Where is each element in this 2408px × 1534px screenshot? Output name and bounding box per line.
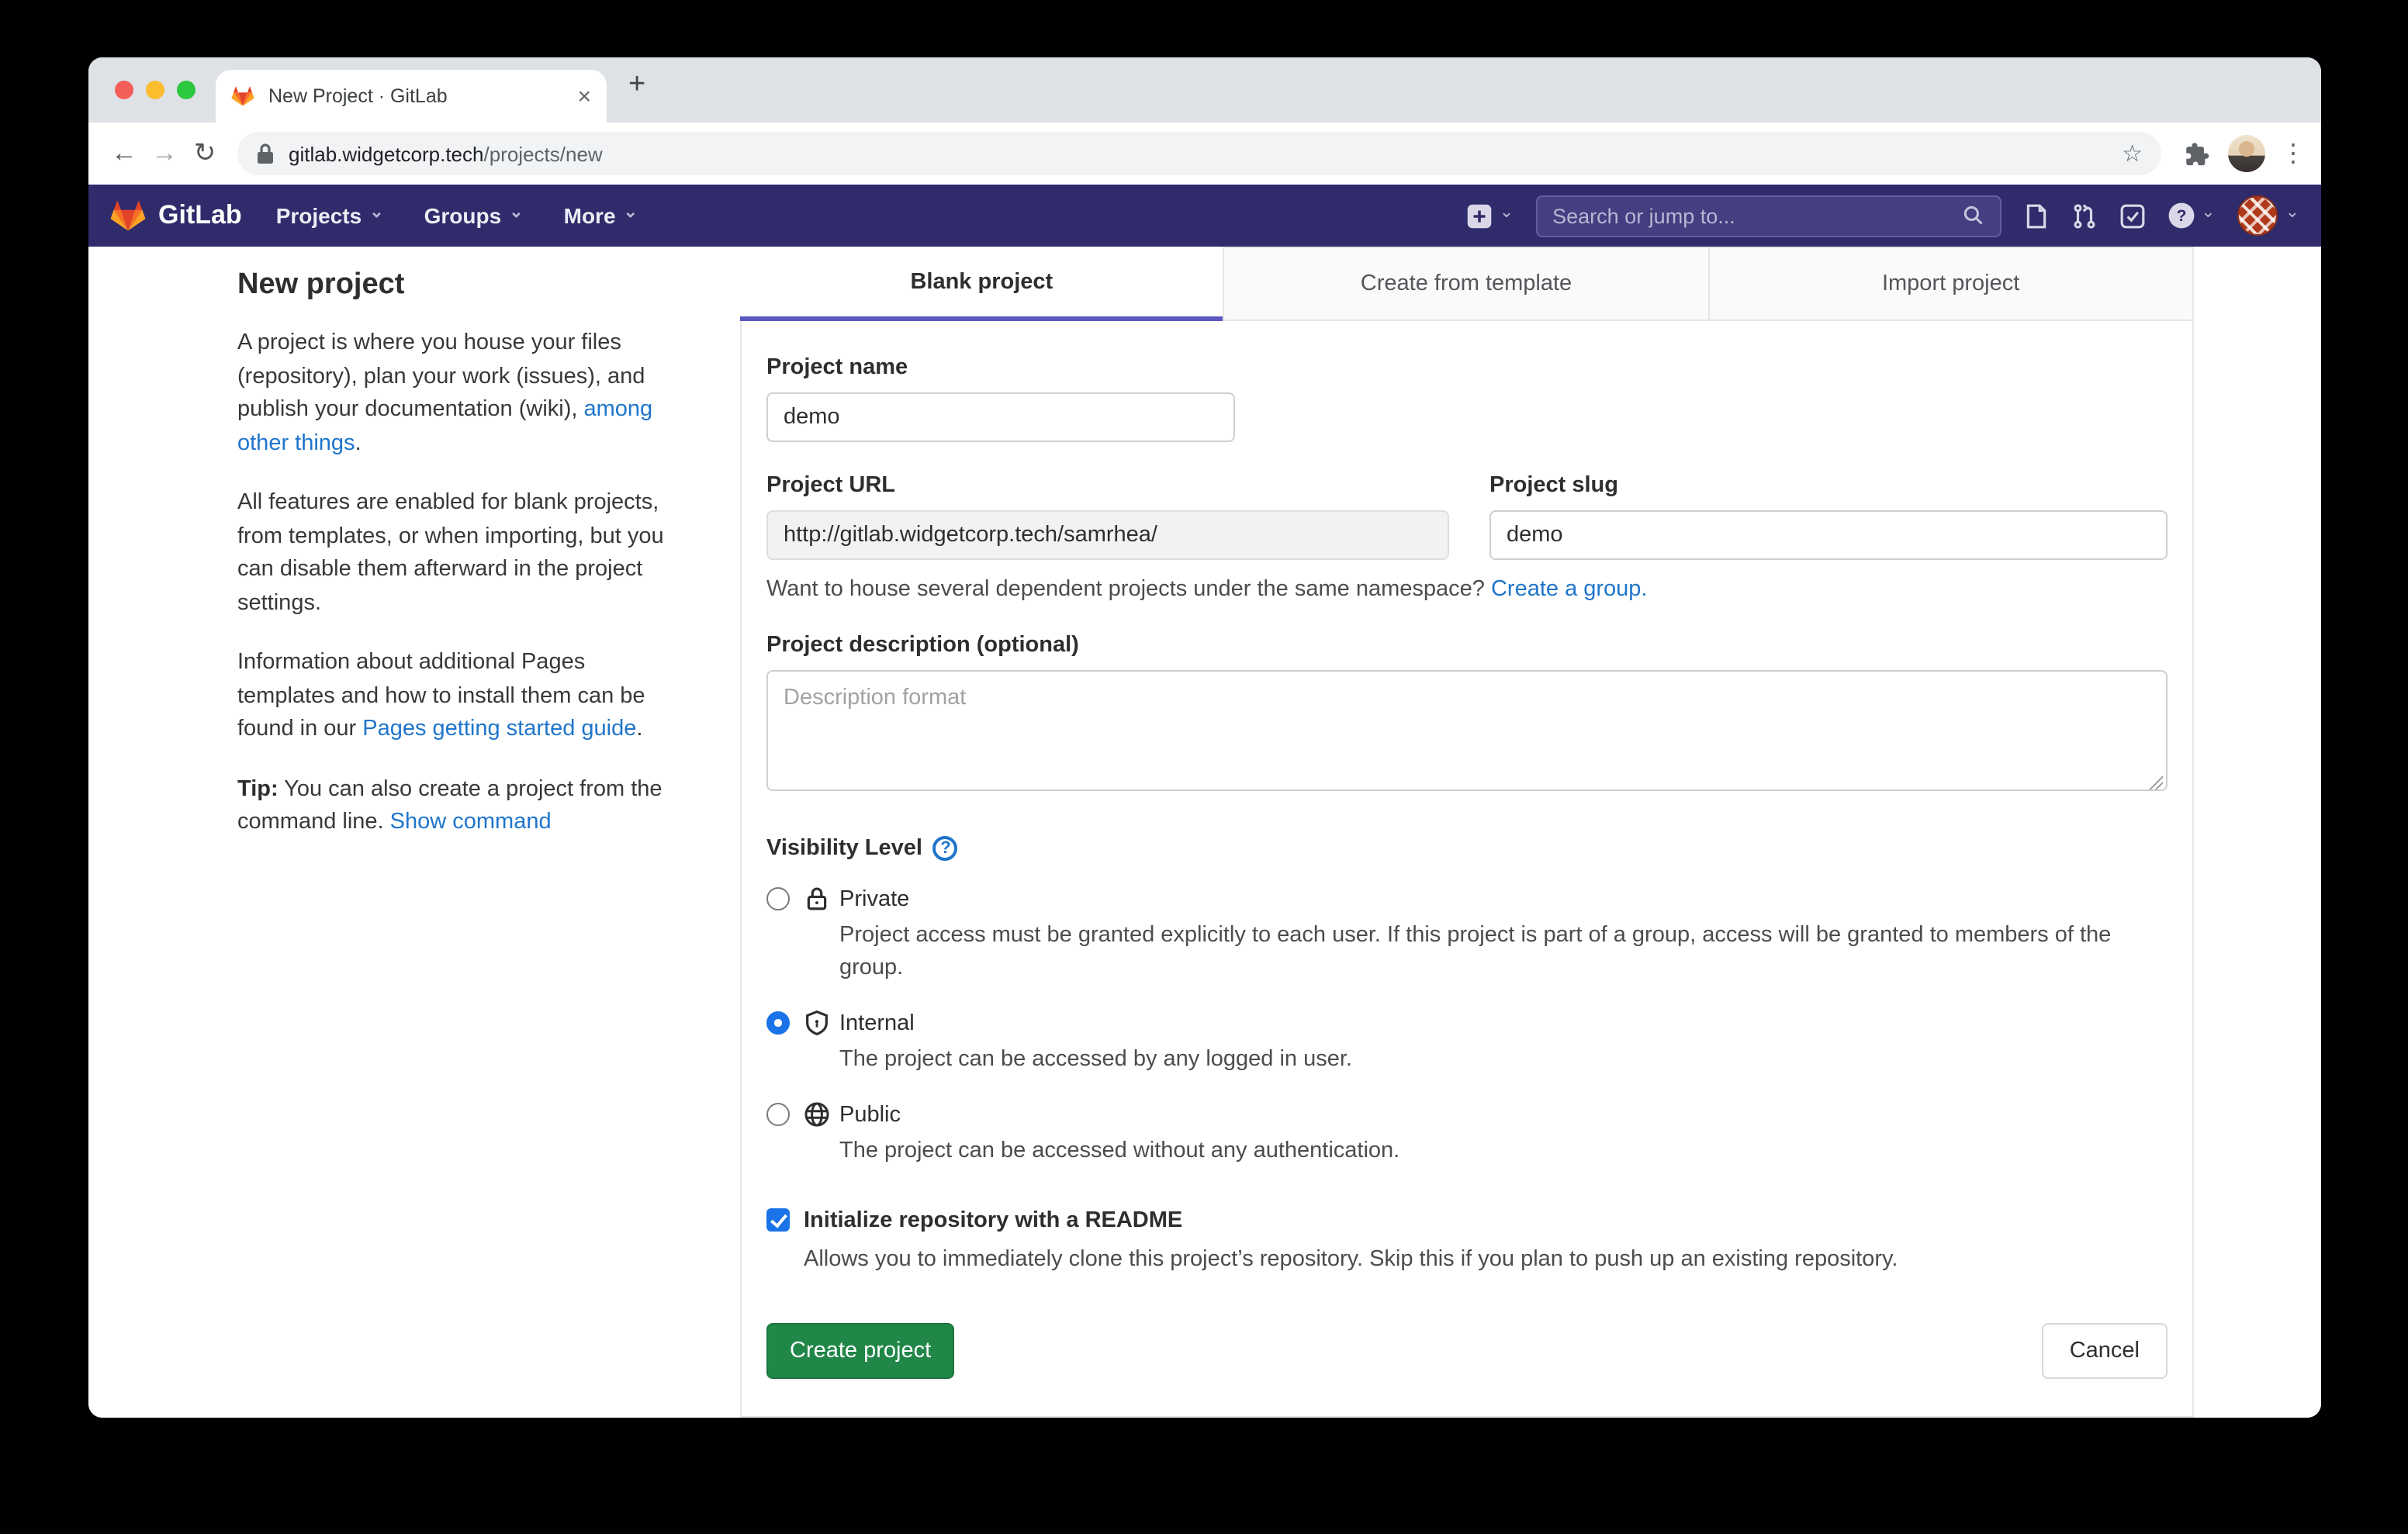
show-command-link[interactable]: Show command bbox=[390, 810, 552, 834]
browser-toolbar: ← → ↻ gitlab.widgetcorp.tech/projects/ne… bbox=[88, 123, 2321, 185]
svg-text:?: ? bbox=[2176, 207, 2186, 225]
page-content: New project A project is where you house… bbox=[88, 247, 2321, 1418]
extensions-puzzle-icon[interactable] bbox=[2183, 140, 2209, 167]
https-lock-icon bbox=[256, 143, 275, 164]
visibility-level-row: Visibility Level ? bbox=[766, 836, 2168, 861]
browser-tab[interactable]: New Project · GitLab × bbox=[216, 70, 607, 123]
visibility-option-private[interactable]: Private Project access must be granted e… bbox=[766, 884, 2168, 985]
gitlab-main-menu: Projects⌄ Groups⌄ More⌄ bbox=[276, 203, 638, 228]
browser-window: New Project · GitLab × + ← → ↻ gitlab.wi… bbox=[88, 57, 2321, 1418]
todos-icon[interactable] bbox=[2119, 202, 2145, 229]
nav-projects[interactable]: Projects⌄ bbox=[276, 203, 384, 228]
browser-menu-icon[interactable]: ⋮ bbox=[2281, 138, 2306, 169]
gitlab-navbar: GitLab Projects⌄ Groups⌄ More⌄ ⌄ Search … bbox=[88, 185, 2321, 247]
url-slug-row: Project URL Project slug bbox=[766, 442, 2168, 560]
create-group-link[interactable]: Create a group. bbox=[1491, 577, 1648, 602]
screenshot-stage: New Project · GitLab × + ← → ↻ gitlab.wi… bbox=[0, 0, 2408, 1534]
radio-internal[interactable] bbox=[766, 1011, 790, 1035]
tab-blank-project[interactable]: Blank project bbox=[740, 247, 1223, 321]
address-bar[interactable]: gitlab.widgetcorp.tech/projects/new ☆ bbox=[237, 132, 2161, 175]
page-title: New project bbox=[237, 268, 678, 302]
back-icon[interactable]: ← bbox=[104, 138, 144, 169]
user-menu-button[interactable]: ⌄ bbox=[2237, 195, 2299, 236]
tab-import-project[interactable]: Import project bbox=[1707, 247, 2194, 321]
merge-requests-icon[interactable] bbox=[2071, 202, 2097, 229]
sidebar-paragraph-1: A project is where you house your files … bbox=[237, 327, 678, 461]
project-url-label: Project URL bbox=[766, 473, 1449, 498]
new-tab-button[interactable]: + bbox=[628, 68, 645, 102]
visibility-level-label: Visibility Level bbox=[766, 836, 922, 861]
tab-close-icon[interactable]: × bbox=[577, 85, 591, 108]
globe-icon bbox=[804, 1101, 830, 1128]
public-option-name: Public bbox=[839, 1100, 2168, 1131]
project-slug-label: Project slug bbox=[1489, 473, 2168, 498]
reload-icon[interactable]: ↻ bbox=[185, 138, 225, 169]
sidebar-paragraph-3: Information about additional Pages templ… bbox=[237, 647, 678, 747]
namespace-hint: Want to house several dependent projects… bbox=[766, 577, 2168, 602]
minimize-window-button[interactable] bbox=[146, 81, 164, 99]
url-text: gitlab.widgetcorp.tech/projects/new bbox=[289, 142, 603, 165]
readme-option[interactable]: Initialize repository with a README bbox=[766, 1205, 2168, 1236]
public-option-description: The project can be accessed without any … bbox=[839, 1135, 2168, 1168]
readme-description: Allows you to immediately clone this pro… bbox=[804, 1244, 2168, 1277]
user-avatar bbox=[2237, 195, 2278, 236]
project-name-input[interactable] bbox=[766, 392, 1235, 442]
project-slug-input[interactable] bbox=[1489, 510, 2168, 560]
gitlab-logo-icon[interactable] bbox=[110, 199, 146, 233]
sidebar-tip: Tip: You can also create a project from … bbox=[237, 773, 678, 840]
tab-create-from-template[interactable]: Create from template bbox=[1223, 247, 1708, 321]
internal-option-description: The project can be accessed by any logge… bbox=[839, 1044, 2168, 1076]
visibility-help-icon[interactable]: ? bbox=[933, 836, 958, 861]
project-type-tabs: Blank project Create from template Impor… bbox=[740, 247, 2194, 321]
visibility-option-public[interactable]: Public The project can be accessed witho… bbox=[766, 1100, 2168, 1168]
resize-grip-icon[interactable] bbox=[2149, 776, 2163, 789]
new-project-sidebar: New project A project is where you house… bbox=[237, 268, 678, 866]
visibility-option-internal[interactable]: Internal The project can be accessed by … bbox=[766, 1008, 2168, 1076]
browser-profile-avatar[interactable] bbox=[2228, 135, 2265, 172]
nav-groups[interactable]: Groups⌄ bbox=[424, 203, 524, 228]
window-controls bbox=[115, 81, 195, 99]
lock-icon bbox=[804, 886, 830, 912]
plus-square-icon bbox=[1467, 202, 1493, 229]
form-actions: Create project Cancel bbox=[766, 1323, 2168, 1379]
blank-project-form: Project name Project URL Project slug Wa… bbox=[740, 321, 2194, 1418]
project-description-label: Project description (optional) bbox=[766, 633, 2168, 658]
cancel-button[interactable]: Cancel bbox=[2042, 1323, 2168, 1379]
sidebar-paragraph-2: All features are enabled for blank proje… bbox=[237, 487, 678, 620]
issues-icon[interactable] bbox=[2022, 202, 2049, 229]
close-window-button[interactable] bbox=[115, 81, 133, 99]
shield-icon bbox=[804, 1010, 830, 1036]
private-option-description: Project access must be granted explicitl… bbox=[839, 920, 2168, 985]
gitlab-brand-text[interactable]: GitLab bbox=[158, 200, 242, 231]
new-menu-button[interactable]: ⌄ bbox=[1467, 202, 1514, 229]
readme-label: Initialize repository with a README bbox=[804, 1205, 1182, 1236]
search-icon bbox=[1962, 205, 1984, 226]
help-menu-button[interactable]: ? ⌄ bbox=[2167, 202, 2215, 230]
gitlab-favicon-icon bbox=[231, 85, 254, 107]
search-placeholder: Search or jump to... bbox=[1552, 204, 1962, 227]
bookmark-star-icon[interactable]: ☆ bbox=[2122, 140, 2143, 168]
gitlab-navbar-right: ⌄ Search or jump to... ? ⌄ bbox=[1467, 195, 2299, 237]
radio-public[interactable] bbox=[766, 1103, 790, 1126]
new-project-card: Blank project Create from template Impor… bbox=[740, 247, 2194, 1418]
question-circle-icon: ? bbox=[2167, 202, 2195, 230]
nav-more[interactable]: More⌄ bbox=[564, 203, 638, 228]
zoom-window-button[interactable] bbox=[177, 81, 195, 99]
internal-option-name: Internal bbox=[839, 1008, 2168, 1039]
project-url-input bbox=[766, 510, 1449, 560]
tab-title: New Project · GitLab bbox=[268, 85, 577, 107]
private-option-name: Private bbox=[839, 884, 2168, 915]
radio-private[interactable] bbox=[766, 887, 790, 910]
pages-guide-link[interactable]: Pages getting started guide bbox=[362, 717, 636, 741]
forward-icon[interactable]: → bbox=[144, 138, 185, 169]
project-name-label: Project name bbox=[766, 355, 2168, 380]
project-description-textarea[interactable] bbox=[766, 670, 2168, 791]
search-input[interactable]: Search or jump to... bbox=[1535, 195, 2001, 237]
browser-tab-strip: New Project · GitLab × + bbox=[88, 57, 2321, 123]
url-domain: gitlab.widgetcorp.tech bbox=[289, 142, 484, 165]
url-path: /projects/new bbox=[484, 142, 603, 165]
readme-checkbox[interactable] bbox=[766, 1208, 790, 1232]
create-project-button[interactable]: Create project bbox=[766, 1323, 954, 1379]
